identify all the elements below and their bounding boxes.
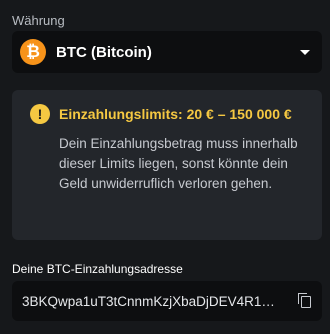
address-field[interactable]: 3BKQwpa1uT3tCnnmKzjXbaDjDEV4R1… bbox=[12, 281, 322, 321]
warning-icon: ! bbox=[30, 104, 50, 124]
copy-icon-front bbox=[301, 296, 311, 308]
address-value[interactable]: 3BKQwpa1uT3tCnnmKzjXbaDjDEV4R1… bbox=[22, 294, 288, 309]
limits-description: Dein Einzahlungsbetrag muss innerhalb di… bbox=[59, 136, 298, 191]
limits-title: Einzahlungslimits: 20 € – 150 000 € bbox=[59, 106, 292, 122]
currency-label: Währung bbox=[12, 13, 65, 28]
currency-select[interactable]: ₿ BTC (Bitcoin) bbox=[12, 31, 322, 73]
chevron-down-icon[interactable] bbox=[300, 49, 310, 55]
deposit-limits-notice: ! Einzahlungslimits: 20 € – 150 000 € De… bbox=[12, 90, 322, 240]
copy-icon[interactable] bbox=[298, 293, 312, 309]
address-label: Deine BTC-Einzahlungsadresse bbox=[12, 262, 183, 276]
bitcoin-icon: ₿ bbox=[20, 39, 46, 65]
deposit-panel: Währung ₿ BTC (Bitcoin) ! Einzahlungslim… bbox=[0, 0, 330, 334]
currency-selected-value: BTC (Bitcoin) bbox=[56, 43, 152, 61]
limits-header: ! Einzahlungslimits: 20 € – 150 000 € bbox=[30, 104, 308, 124]
